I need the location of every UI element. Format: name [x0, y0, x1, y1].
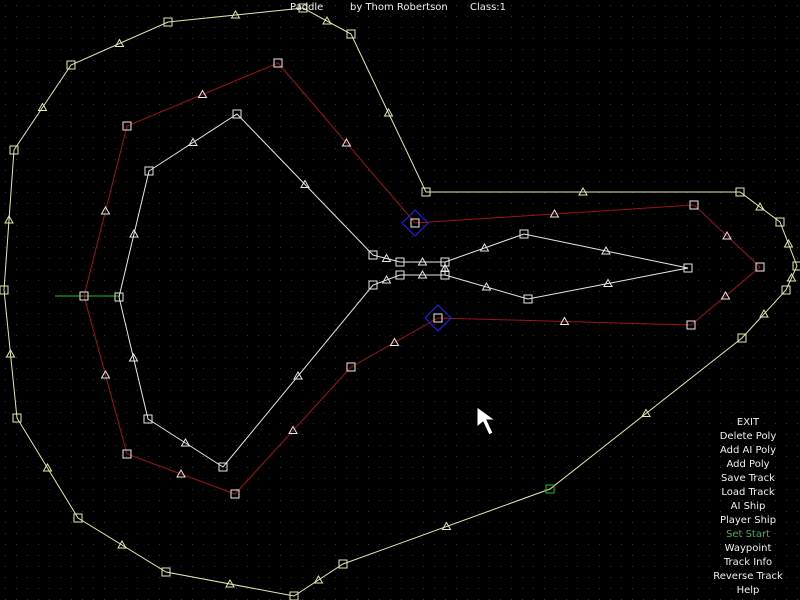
menu-item-reverse-track[interactable]: Reverse Track: [700, 570, 796, 584]
inner-wall-poly[interactable]: [118, 113, 446, 468]
menu-item-ai-ship[interactable]: AI Ship: [700, 500, 796, 514]
track-class: Class:1: [470, 2, 507, 13]
menu-item-load-track[interactable]: Load Track: [700, 486, 796, 500]
track-editor-canvas[interactable]: [0, 0, 800, 600]
menu-item-save-track[interactable]: Save Track: [700, 472, 796, 486]
menu-item-player-ship[interactable]: Player Ship: [700, 514, 796, 528]
menu-item-track-info[interactable]: Track Info: [700, 556, 796, 570]
menu-item-waypoint[interactable]: Waypoint: [700, 542, 796, 556]
outer-wall-poly[interactable]: [3, 7, 798, 597]
menu-item-set-start[interactable]: Set Start: [700, 528, 796, 542]
inner-lobe-poly[interactable]: [444, 233, 689, 300]
menu-item-exit[interactable]: EXIT: [700, 416, 796, 430]
arrow-pointer-icon: [476, 406, 497, 436]
menu-item-add-poly[interactable]: Add Poly: [700, 458, 796, 472]
track-author: by Thom Robertson: [350, 2, 448, 13]
menu-item-help[interactable]: Help: [700, 584, 796, 598]
menu-item-add-ai-poly[interactable]: Add AI Poly: [700, 444, 796, 458]
track-name: Paddle: [290, 2, 324, 13]
menu-item-delete-poly[interactable]: Delete Poly: [700, 430, 796, 444]
editor-menu: EXIT Delete Poly Add AI Poly Add Poly Save T…: [700, 416, 796, 598]
